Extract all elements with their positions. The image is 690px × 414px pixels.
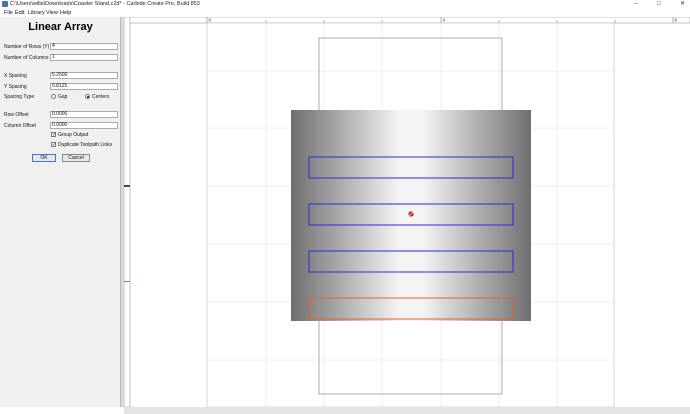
ok-button[interactable]: OK xyxy=(32,154,56,162)
left-ruler xyxy=(123,16,131,408)
menu-library[interactable]: Library xyxy=(28,9,45,17)
linear-array-panel: Linear Array Number of Rows (Y) 4 Number… xyxy=(0,17,121,407)
menu-bar: File Edit Library View Help xyxy=(0,9,690,17)
column-offset-input[interactable]: 0.0000 xyxy=(50,122,118,129)
menu-help[interactable]: Help xyxy=(60,9,71,17)
panel-heading: Linear Array xyxy=(28,21,93,33)
rows-label: Number of Rows (Y) xyxy=(4,44,50,50)
design-canvas[interactable]: 0 4 8 xyxy=(123,16,690,408)
title-bar: C:\Users\willa\Downloads\Coaster Stand.c… xyxy=(0,0,690,9)
maximize-button[interactable]: □ xyxy=(657,0,661,9)
menu-edit[interactable]: Edit xyxy=(15,9,24,17)
y-spacing-label: Y Spacing xyxy=(4,84,27,90)
close-button[interactable]: ✕ xyxy=(680,0,685,9)
row-offset-label: Row Offset xyxy=(4,112,29,118)
menu-file[interactable]: File xyxy=(4,9,13,17)
x-spacing-input[interactable]: 5.2500 xyxy=(50,72,118,79)
group-output-checkbox[interactable]: ✓ xyxy=(51,132,56,138)
menu-view[interactable]: View xyxy=(46,9,58,17)
y-spacing-input[interactable]: 0.8125 xyxy=(50,83,118,90)
app-icon xyxy=(2,1,8,7)
group-output-label: Group Output xyxy=(58,132,89,138)
cancel-button[interactable]: Cancel xyxy=(62,154,90,162)
columns-label: Number of Columns (X) xyxy=(4,55,57,61)
minimize-button[interactable]: – xyxy=(634,0,637,9)
column-offset-label: Column Offset xyxy=(4,123,36,129)
canvas-horizontal-scrollbar[interactable] xyxy=(124,407,690,414)
centers-radio[interactable] xyxy=(85,94,90,99)
duplicate-toolpath-label: Duplicate Toolpath Links xyxy=(58,142,113,148)
selection-center-marker xyxy=(408,211,414,217)
centers-label: Centers xyxy=(92,94,110,100)
columns-input[interactable]: 1 xyxy=(50,54,118,61)
duplicate-toolpath-checkbox[interactable]: ✓ xyxy=(51,142,56,148)
gap-label: Gap xyxy=(58,94,68,100)
x-spacing-label: X Spacing xyxy=(4,73,27,79)
left-ruler-position xyxy=(124,281,130,282)
rows-input[interactable]: 4 xyxy=(50,43,118,50)
row-offset-input[interactable]: 0.0000 xyxy=(50,111,118,118)
spacing-type-label: Spacing Type xyxy=(4,94,35,100)
window-title: C:\Users\willa\Downloads\Coaster Stand.c… xyxy=(10,1,200,7)
gap-radio[interactable] xyxy=(51,94,56,99)
left-ruler-marker xyxy=(124,185,130,187)
